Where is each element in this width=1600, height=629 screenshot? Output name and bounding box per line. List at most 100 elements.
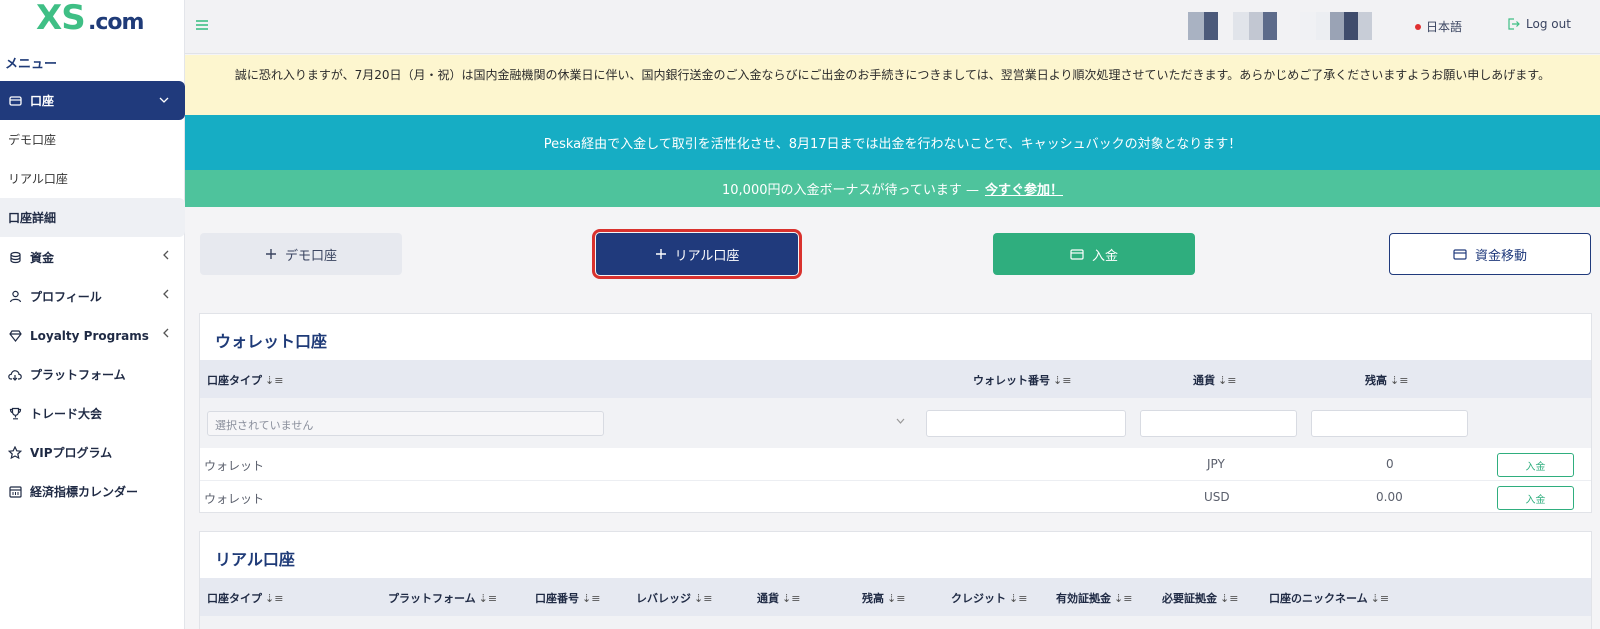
transfer-funds-button[interactable]: 資金移動 — [1389, 233, 1591, 275]
column-header-currency[interactable]: 通貨 ⇣≡ — [1193, 372, 1236, 388]
sort-icon: ⇣≡ — [782, 592, 801, 605]
logout-button[interactable]: Log out — [1507, 17, 1571, 31]
account-type-filter-select[interactable]: 選択されていません — [207, 411, 604, 436]
sort-icon: ⇣≡ — [1390, 374, 1409, 387]
real-filter-row — [200, 616, 1591, 629]
sort-icon: ⇣≡ — [1370, 592, 1390, 605]
column-header-currency[interactable]: 通貨 ⇣≡ — [757, 590, 800, 606]
app-root: XS .com メニュー 口座 デモ口座 リアル口座 口座詳細 資金 プロフィー… — [0, 0, 1600, 629]
sort-icon: ⇣≡ — [478, 592, 498, 605]
sidebar-item-label: プラットフォーム — [30, 368, 126, 382]
row-deposit-button[interactable]: 入金 — [1497, 453, 1574, 477]
sort-icon: ⇣≡ — [265, 592, 284, 605]
sidebar-item-label: Loyalty Programs — [30, 328, 149, 343]
row-deposit-button[interactable]: 入金 — [1497, 486, 1574, 510]
balance-filter-input[interactable] — [1311, 410, 1468, 437]
cell-account-type: ウォレット — [204, 492, 265, 506]
column-header-account-type[interactable]: 口座タイプ ⇣≡ — [207, 372, 283, 388]
sidebar-item-label: VIPプログラム — [30, 446, 113, 460]
column-header-account-type[interactable]: 口座タイプ ⇣≡ — [207, 590, 283, 606]
column-header-margin[interactable]: 必要証拠金 ⇣≡ — [1162, 590, 1238, 606]
column-header-nickname[interactable]: 口座のニックネーム ⇣≡ — [1269, 590, 1389, 606]
trophy-icon — [8, 407, 22, 421]
deposit-button[interactable]: 入金 — [993, 233, 1195, 275]
column-header-equity[interactable]: 有効証拠金 ⇣≡ — [1056, 590, 1132, 606]
logout-label: Log out — [1526, 17, 1571, 31]
sidebar-item-competition[interactable]: トレード大会 — [0, 394, 185, 433]
hamburger-menu-icon[interactable] — [195, 17, 209, 35]
plus-icon — [655, 248, 667, 260]
menu-title: メニュー — [5, 57, 58, 72]
column-header-platform[interactable]: プラットフォーム ⇣≡ — [388, 590, 497, 606]
brand-logo[interactable]: XS .com — [36, 0, 156, 40]
chevron-left-icon — [163, 250, 169, 263]
sidebar-item-vip[interactable]: VIPプログラム — [0, 433, 185, 472]
cell-currency: USD — [1204, 490, 1230, 504]
sort-icon: ⇣≡ — [694, 592, 713, 605]
language-selector[interactable]: 日本語 — [1415, 18, 1462, 35]
sidebar-item-funds[interactable]: 資金 — [0, 238, 185, 277]
sidebar-subitem-real[interactable]: リアル口座 — [0, 159, 185, 198]
calendar-icon — [8, 485, 22, 499]
deposit-label: 入金 — [1091, 248, 1118, 264]
chevron-down-icon — [896, 416, 905, 427]
add-demo-account-label: デモ口座 — [284, 248, 337, 264]
sort-icon: ⇣≡ — [1009, 592, 1028, 605]
sidebar-item-platform[interactable]: プラットフォーム — [0, 355, 185, 394]
japan-flag-icon — [1415, 23, 1421, 30]
column-header-leverage[interactable]: レバレッジ ⇣≡ — [636, 590, 712, 606]
wallet-table-header: 口座タイプ ⇣≡ ウォレット番号 ⇣≡ 通貨 ⇣≡ 残高 ⇣≡ — [200, 360, 1591, 398]
column-header-account-number[interactable]: 口座番号 ⇣≡ — [535, 590, 600, 606]
cell-balance: 0.00 — [1376, 490, 1403, 504]
topbar: 日本語 Log out — [185, 0, 1600, 54]
holiday-notice: 誠に恐れ入りますが、7月20日（月・祝）は国内金融機関の休業日に伴い、国内銀行送… — [185, 55, 1600, 115]
diamond-icon — [8, 329, 22, 343]
credit-card-icon — [1453, 248, 1467, 260]
real-accounts-panel: リアル口座 口座タイプ ⇣≡ プラットフォーム ⇣≡ 口座番号 ⇣≡ レバレッジ ⇣≡ … — [199, 531, 1592, 629]
sidebar-item-label: プロフィール — [30, 290, 102, 304]
language-label: 日本語 — [1426, 20, 1463, 34]
column-header-balance[interactable]: 残高 ⇣≡ — [1365, 372, 1408, 388]
sidebar-item-profile[interactable]: プロフィール — [0, 277, 185, 316]
wallet-number-filter-input[interactable] — [926, 410, 1126, 437]
sidebar-item-loyalty[interactable]: Loyalty Programs — [0, 316, 185, 355]
real-table-header: 口座タイプ ⇣≡ プラットフォーム ⇣≡ 口座番号 ⇣≡ レバレッジ ⇣≡ 通貨 ⇣≡ 残… — [200, 578, 1591, 616]
currency-filter-input[interactable] — [1140, 410, 1297, 437]
cloud-download-icon — [8, 368, 22, 382]
logo-mark: XS — [36, 0, 86, 38]
sidebar-subitem-details[interactable]: 口座詳細 — [0, 198, 185, 237]
column-header-wallet-number[interactable]: ウォレット番号 ⇣≡ — [973, 372, 1071, 388]
plus-icon — [265, 248, 277, 260]
redacted-account-id — [1233, 12, 1277, 40]
add-real-account-label: リアル口座 — [674, 248, 740, 264]
add-real-account-button[interactable]: リアル口座 — [592, 229, 802, 279]
redacted-balance — [1300, 12, 1372, 40]
sidebar-item-account[interactable]: 口座 — [0, 81, 185, 120]
sort-icon: ⇣≡ — [1220, 592, 1239, 605]
sort-icon: ⇣≡ — [1053, 374, 1072, 387]
wallet-icon — [8, 94, 22, 108]
cell-balance: 0 — [1386, 457, 1394, 471]
wallet-panel-title: ウォレット口座 — [215, 332, 328, 351]
column-header-balance[interactable]: 残高 ⇣≡ — [862, 590, 905, 606]
table-row: ウォレット USD 0.00 入金 — [200, 481, 1591, 514]
cashback-promo-banner[interactable]: Peska経由で入金して取引を活性化させ、8月17日までは出金を行わないことで、… — [185, 115, 1600, 170]
sort-icon: ⇣≡ — [1114, 592, 1133, 605]
chevron-down-icon — [159, 93, 169, 106]
star-icon — [8, 446, 22, 460]
column-header-credit[interactable]: クレジット ⇣≡ — [951, 590, 1027, 606]
add-demo-account-button[interactable]: デモ口座 — [200, 233, 402, 275]
logo-suffix: .com — [88, 10, 144, 35]
sidebar-item-calendar[interactable]: 経済指標カレンダー — [0, 472, 185, 511]
bonus-promo-banner: 10,000円の入金ボーナスが待っています — 今すぐ参加！ — [185, 170, 1600, 207]
real-panel-title: リアル口座 — [215, 550, 295, 569]
table-row: ウォレット JPY 0 入金 — [200, 448, 1591, 481]
chevron-left-icon — [163, 328, 169, 341]
wallet-filter-row: 選択されていません — [200, 398, 1591, 448]
redacted-avatar — [1188, 12, 1218, 40]
sort-icon: ⇣≡ — [265, 374, 284, 387]
coins-icon — [8, 251, 22, 265]
join-now-link[interactable]: 今すぐ参加！ — [985, 179, 1063, 198]
sidebar-subitem-demo[interactable]: デモ口座 — [0, 120, 185, 159]
sidebar-item-label: 口座 — [30, 94, 55, 108]
